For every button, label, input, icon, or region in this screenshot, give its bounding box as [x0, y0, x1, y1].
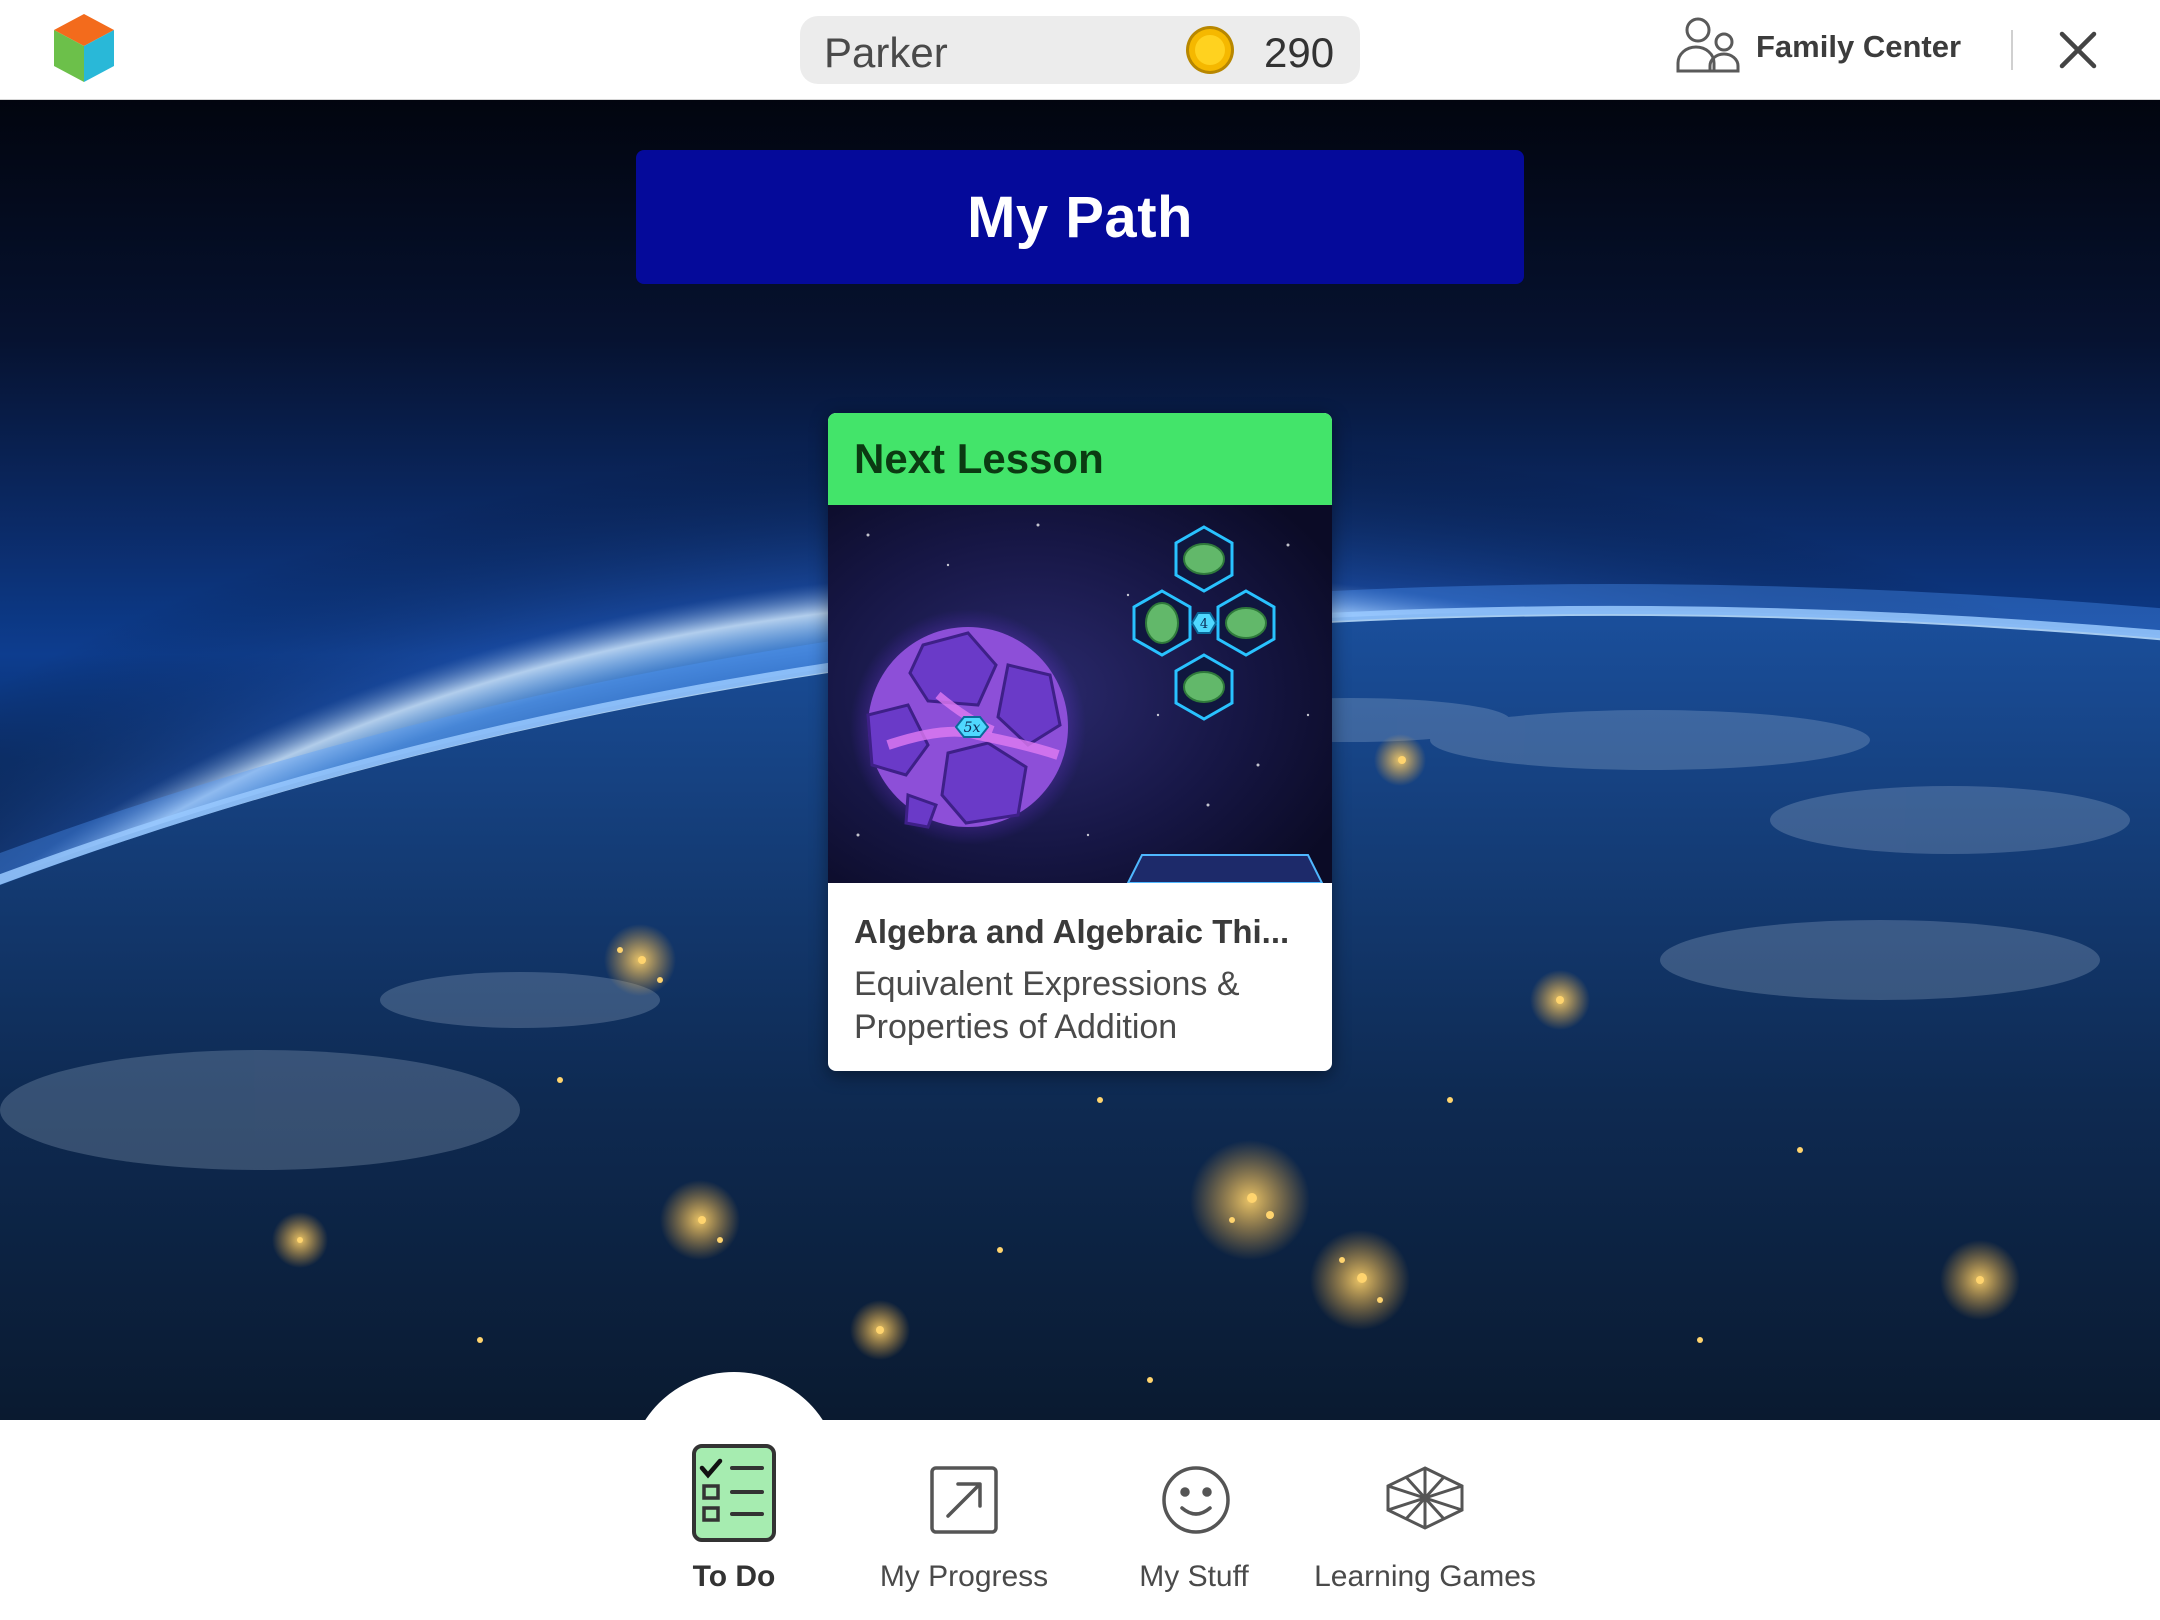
next-lesson-card[interactable]: Next Lesson 5x 4 Algebra and Algebraic T… [828, 413, 1332, 1071]
nav-my-stuff[interactable]: My Stuff [1104, 1430, 1284, 1620]
nav-todo[interactable]: To Do [654, 1430, 814, 1620]
checklist-icon [688, 1440, 780, 1549]
family-center-label: Family Center [1756, 29, 1962, 64]
nav-todo-label: To Do [692, 1560, 776, 1593]
close-icon[interactable] [2054, 26, 2102, 74]
lesson-thumbnail: 5x 4 [828, 505, 1332, 884]
smiley-icon [1160, 1464, 1232, 1541]
top-bar: Parker 290 Family Center [0, 0, 2160, 100]
lesson-subtitle: Equivalent Expressions & Properties of A… [854, 965, 1240, 1046]
page-title: My Path [967, 184, 1193, 250]
coin-count: 290 [1264, 29, 1335, 76]
my-path-banner: My Path [636, 150, 1524, 284]
user-coin-pill: Parker 290 [800, 16, 1360, 84]
coin-icon [1184, 24, 1236, 76]
nav-learning-games-label: Learning Games [1314, 1560, 1536, 1593]
bottom-nav [0, 1420, 2160, 1620]
hex-center-label: 4 [1200, 617, 1208, 632]
card-body: Algebra and Algebraic Thi... Equivalent … [828, 883, 1332, 1071]
app-logo-icon[interactable] [52, 12, 116, 84]
nav-my-progress[interactable]: My Progress [864, 1430, 1064, 1620]
progress-arrow-icon [928, 1464, 1000, 1541]
user-name: Parker [824, 29, 948, 76]
header-divider [2011, 30, 2013, 70]
planet-tag-label: 5x [964, 720, 981, 736]
nav-my-progress-label: My Progress [879, 1560, 1049, 1593]
card-header: Next Lesson [828, 413, 1332, 505]
nav-my-stuff-label: My Stuff [1139, 1560, 1249, 1593]
next-lesson-label: Next Lesson [854, 435, 1104, 482]
family-center-button[interactable]: Family Center [1676, 14, 1966, 84]
lesson-title: Algebra and Algebraic Thi... [854, 913, 1290, 950]
nav-learning-games[interactable]: Learning Games [1310, 1430, 1540, 1620]
family-icon [1676, 16, 1742, 74]
games-cube-icon [1384, 1464, 1466, 1537]
